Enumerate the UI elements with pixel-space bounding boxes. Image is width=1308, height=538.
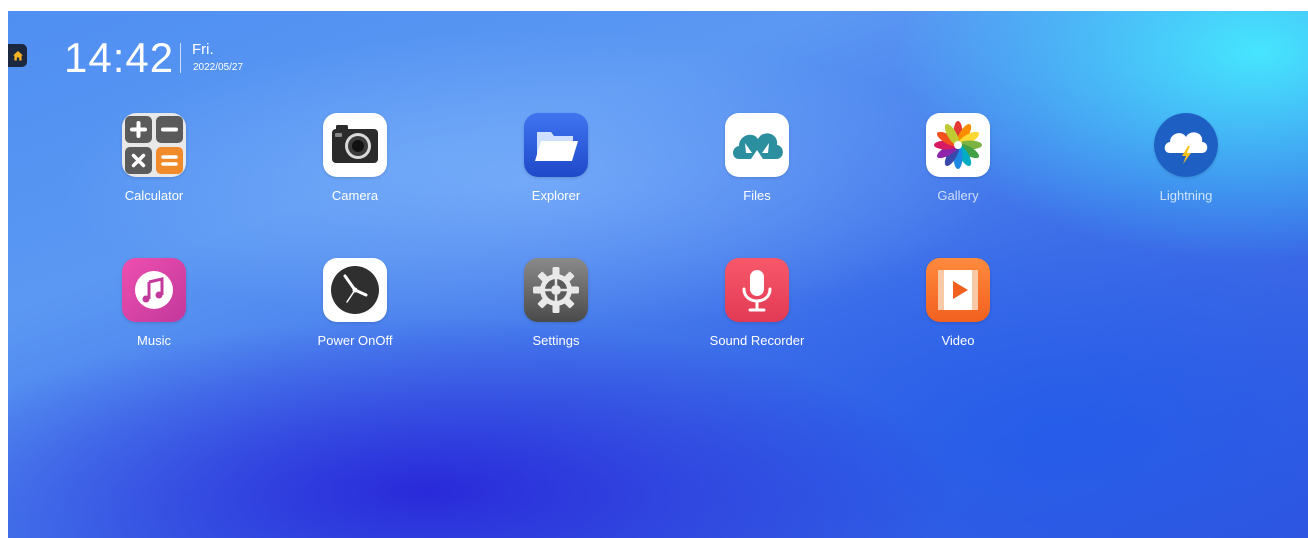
app-gallery[interactable]: Gallery: [888, 113, 1028, 213]
clock-date: 2022/05/27: [193, 62, 244, 73]
app-label: Explorer: [531, 188, 581, 203]
app-video[interactable]: Video: [888, 258, 1028, 358]
app-lightning[interactable]: Lightning: [1116, 113, 1256, 213]
power-clock-icon: [323, 258, 387, 322]
app-explorer[interactable]: Explorer: [486, 113, 626, 213]
clock-time: 14:42: [64, 34, 175, 81]
app-label: Power OnOff: [317, 333, 393, 348]
app-label: Gallery: [937, 188, 979, 203]
play-icon: [926, 258, 990, 322]
app-music[interactable]: Music: [84, 258, 224, 358]
cloud-files-icon: [725, 113, 789, 177]
home-icon: [12, 50, 23, 60]
launcher-screen: 14:42 Fri. 2022/05/27 Calculator Camera …: [8, 11, 1308, 538]
app-camera[interactable]: Camera: [285, 113, 425, 213]
app-label: Camera: [331, 188, 379, 203]
app-label: Music: [137, 333, 171, 348]
clock-day: Fri.: [192, 41, 214, 58]
camera-icon: [323, 113, 387, 177]
folder-icon: [524, 113, 588, 177]
app-label: Sound Recorder: [709, 333, 805, 348]
music-note-icon: [122, 258, 186, 322]
gallery-flower-icon: [926, 113, 990, 177]
microphone-icon: [725, 258, 789, 322]
clock-separator: [180, 43, 181, 73]
app-power-onoff[interactable]: Power OnOff: [285, 258, 425, 358]
calculator-icon: [122, 113, 186, 177]
app-label: Lightning: [1159, 188, 1213, 203]
app-label: Files: [743, 188, 771, 203]
app-sound-recorder[interactable]: Sound Recorder: [687, 258, 827, 358]
app-label: Settings: [532, 333, 580, 348]
cloud-lightning-icon: [1154, 113, 1218, 177]
app-label: Video: [941, 333, 975, 348]
app-files[interactable]: Files: [687, 113, 827, 213]
gear-icon: [524, 258, 588, 322]
app-settings[interactable]: Settings: [486, 258, 626, 358]
home-button[interactable]: [8, 44, 27, 67]
app-label: Calculator: [124, 188, 184, 203]
app-calculator[interactable]: Calculator: [84, 113, 224, 213]
